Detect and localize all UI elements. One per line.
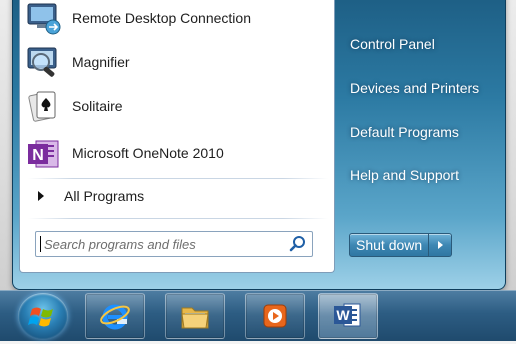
svg-text:N: N — [32, 147, 44, 164]
taskbar: W — [0, 290, 516, 341]
text-caret — [40, 236, 41, 252]
right-arrow-icon — [437, 241, 443, 249]
search-icon[interactable] — [288, 234, 308, 254]
right-arrow-icon — [38, 191, 44, 201]
internet-explorer-icon — [99, 300, 131, 332]
svg-text:W: W — [336, 307, 350, 323]
devices-printers-link[interactable]: Devices and Printers — [350, 80, 479, 96]
program-magnifier[interactable]: Magnifier — [26, 40, 326, 84]
all-programs-button[interactable]: All Programs — [26, 182, 326, 210]
program-label: Solitaire — [72, 98, 123, 114]
start-menu: Remote Desktop Connection Magnifier Soli… — [12, 0, 506, 290]
shutdown-options-button[interactable] — [429, 233, 453, 257]
program-label: Microsoft OneNote 2010 — [72, 145, 224, 161]
start-orb-icon[interactable] — [18, 293, 68, 339]
programs-pane: Remote Desktop Connection Magnifier Soli… — [19, 0, 335, 273]
shutdown-button[interactable]: Shut down — [349, 233, 430, 257]
taskbar-windows-explorer[interactable] — [165, 293, 225, 339]
solitaire-icon — [26, 88, 62, 124]
search-placeholder: Search programs and files — [44, 236, 196, 252]
all-programs-label: All Programs — [64, 188, 145, 204]
remote-desktop-icon — [26, 0, 62, 36]
program-label: Magnifier — [72, 54, 130, 70]
taskbar-word[interactable]: W — [318, 293, 378, 339]
separator — [28, 218, 328, 219]
word-icon: W — [332, 300, 364, 332]
shutdown-group: Shut down — [349, 233, 453, 257]
taskbar-internet-explorer[interactable] — [85, 293, 145, 339]
default-programs-link[interactable]: Default Programs — [350, 124, 459, 140]
media-player-icon — [259, 300, 291, 332]
help-support-link[interactable]: Help and Support — [350, 167, 459, 183]
program-onenote[interactable]: N Microsoft OneNote 2010 — [26, 131, 326, 175]
taskbar-media-player[interactable] — [245, 293, 305, 339]
search-input[interactable]: Search programs and files — [35, 231, 313, 257]
windows-explorer-icon — [179, 300, 211, 332]
control-panel-link[interactable]: Control Panel — [350, 36, 435, 52]
program-solitaire[interactable]: Solitaire — [26, 84, 326, 128]
magnifier-icon — [26, 44, 62, 80]
separator — [28, 178, 328, 179]
program-remote-desktop[interactable]: Remote Desktop Connection — [26, 0, 326, 40]
program-label: Remote Desktop Connection — [72, 10, 251, 26]
onenote-icon: N — [26, 135, 62, 171]
